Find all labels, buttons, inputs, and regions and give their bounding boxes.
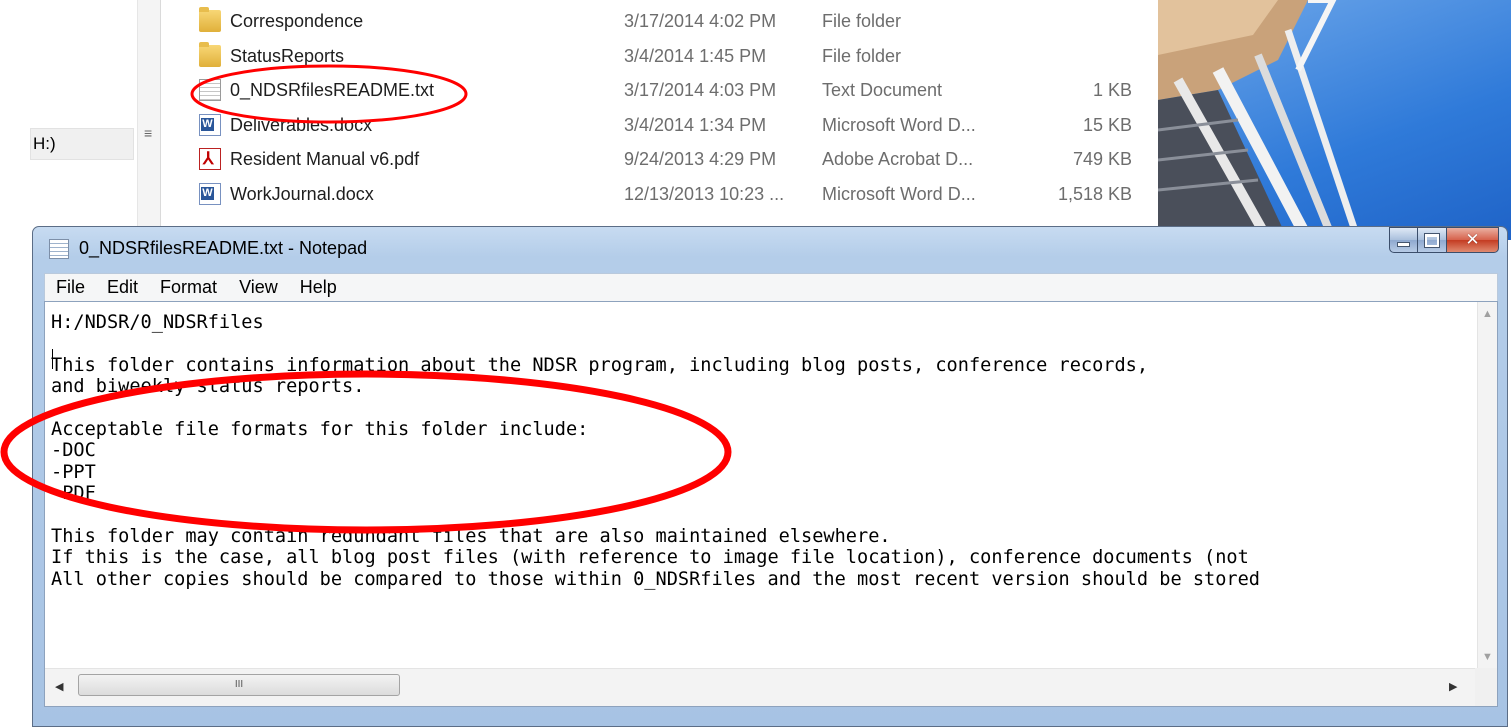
notepad-title-bar[interactable]: 0_NDSRfilesREADME.txt - Notepad ✕ (33, 227, 1507, 269)
text-caret (52, 349, 53, 369)
menu-file[interactable]: File (45, 277, 95, 298)
folder-icon (199, 42, 221, 67)
file-list-item[interactable]: ⅄ Resident Manual v6.pdf 9/24/2013 4:29 … (196, 142, 1136, 176)
file-list-item[interactable]: Correspondence 3/17/2014 4:02 PM File fo… (196, 4, 1136, 38)
menu-format[interactable]: Format (148, 277, 227, 298)
scroll-down-icon[interactable]: ▼ (1482, 651, 1493, 663)
file-date: 3/17/2014 4:03 PM (624, 80, 777, 100)
text-line: -PPT (51, 461, 96, 483)
menu-edit[interactable]: Edit (95, 277, 148, 298)
text-line: This folder contains information about t… (51, 354, 1149, 376)
file-list-item[interactable]: W Deliverables.docx 3/4/2014 1:34 PM Mic… (196, 108, 1136, 142)
text-line: -PDF (51, 483, 96, 505)
file-date: 12/13/2013 10:23 ... (624, 184, 785, 204)
file-list-item[interactable]: 0_NDSRfilesREADME.txt 3/17/2014 4:03 PM … (196, 73, 1136, 107)
text-line: If this is the case, all blog post files… (51, 547, 1249, 569)
minimize-icon (1397, 241, 1410, 247)
text-line: and biweekly status reports. (51, 376, 365, 398)
file-size: 749 KB (1072, 149, 1132, 169)
menu-bar: File Edit Format View Help (44, 273, 1498, 301)
file-date: 9/24/2013 4:29 PM (624, 149, 777, 169)
file-size: 15 KB (1082, 115, 1132, 135)
file-date: 3/17/2014 4:02 PM (624, 11, 777, 31)
text-line: ​ (51, 505, 1467, 526)
word-file-icon: W (199, 114, 221, 136)
file-list-item[interactable]: W WorkJournal.docx 12/13/2013 10:23 ... … (196, 177, 1136, 211)
file-name: StatusReports (230, 46, 345, 66)
horizontal-scrollbar[interactable]: ◀ III ▶ (45, 668, 1477, 706)
text-line: All other copies should be compared to t… (51, 568, 1260, 590)
file-type: File folder (822, 11, 902, 31)
scroll-left-icon[interactable]: ◀ (55, 680, 63, 693)
maximize-icon (1424, 232, 1440, 248)
file-name: Correspondence (230, 11, 364, 31)
text-line: ​ (51, 398, 1467, 419)
file-name: Deliverables.docx (230, 115, 373, 135)
folder-icon (199, 7, 221, 32)
text-line: ​ (51, 333, 1467, 354)
notepad-window: 0_NDSRfilesREADME.txt - Notepad ✕ File E… (32, 226, 1508, 727)
text-line: -DOC (51, 440, 96, 462)
navigation-pane-scrollbar[interactable]: ≡ (137, 0, 161, 230)
file-size: 1 KB (1092, 80, 1132, 100)
file-type: Text Document (822, 80, 943, 100)
menu-help[interactable]: Help (288, 277, 347, 298)
explorer-window: H:) ≡ Correspondence 3/17/2014 4:02 PM F… (0, 0, 1158, 240)
maximize-button[interactable] (1418, 227, 1447, 253)
text-line: Acceptable file formats for this folder … (51, 419, 589, 441)
file-date: 3/4/2014 1:34 PM (624, 115, 767, 135)
scrollbar-grip-icon: ≡ (144, 125, 153, 141)
text-editor[interactable]: H:/NDSR/0_NDSRfiles​This folder contains… (44, 301, 1498, 707)
file-type: Adobe Acrobat D... (822, 149, 974, 169)
vertical-scrollbar[interactable]: ▲ ▼ (1477, 302, 1497, 669)
notepad-icon[interactable] (49, 239, 69, 259)
window-title: 0_NDSRfilesREADME.txt - Notepad (79, 238, 368, 258)
file-size: 1,518 KB (1057, 184, 1132, 204)
file-type: File folder (822, 46, 902, 66)
file-name: Resident Manual v6.pdf (230, 149, 420, 169)
menu-view[interactable]: View (227, 277, 288, 298)
file-date: 3/4/2014 1:45 PM (624, 46, 767, 66)
text-file-icon (199, 79, 221, 101)
file-name: 0_NDSRfilesREADME.txt (230, 80, 435, 100)
pdf-file-icon: ⅄ (199, 148, 221, 170)
file-list-item[interactable]: StatusReports 3/4/2014 1:45 PM File fold… (196, 39, 1136, 73)
text-line: H:/NDSR/0_NDSRfiles (51, 312, 264, 333)
word-file-icon: W (199, 183, 221, 205)
horizontal-scroll-thumb[interactable]: III (78, 674, 400, 696)
space-needle-image (1158, 0, 1362, 240)
scroll-right-icon[interactable]: ▶ (1449, 680, 1457, 693)
navigation-pane: H:) (0, 0, 160, 240)
text-line: This folder may contain redundant files … (51, 526, 891, 548)
scroll-up-icon[interactable]: ▲ (1482, 308, 1493, 320)
file-type: Microsoft Word D... (822, 184, 976, 204)
caption-buttons: ✕ (1389, 227, 1499, 255)
document-text[interactable]: H:/NDSR/0_NDSRfiles​This folder contains… (51, 312, 1467, 668)
close-icon: ✕ (1465, 230, 1480, 250)
desktop-wallpaper (1158, 0, 1511, 240)
file-type: Microsoft Word D... (822, 115, 976, 135)
resize-grip[interactable] (1475, 668, 1497, 706)
minimize-button[interactable] (1389, 227, 1418, 253)
nav-drive-item[interactable]: H:) (30, 128, 134, 160)
file-name: WorkJournal.docx (230, 184, 374, 204)
close-button[interactable]: ✕ (1447, 227, 1499, 253)
